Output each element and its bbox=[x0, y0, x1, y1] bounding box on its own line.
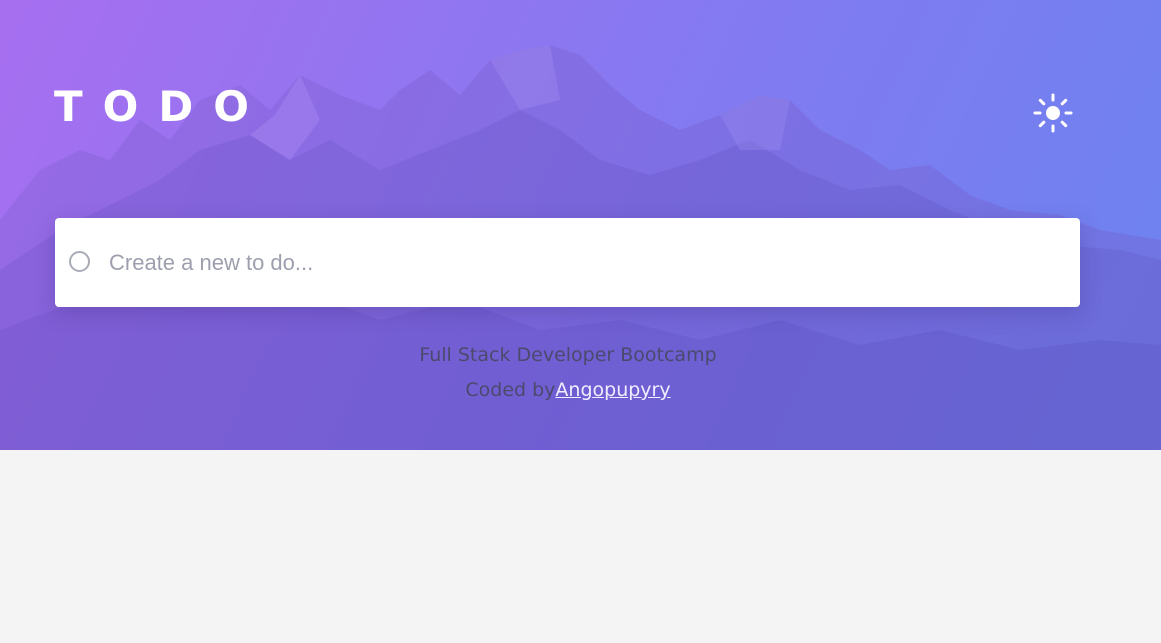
new-todo-form bbox=[55, 218, 1080, 307]
theme-toggle-button[interactable] bbox=[1032, 92, 1074, 134]
footer-credits: Full Stack Developer Bootcamp Coded byAn… bbox=[0, 338, 1136, 408]
circle-icon[interactable] bbox=[69, 251, 90, 272]
sun-icon bbox=[1033, 93, 1073, 133]
author-link[interactable]: Angopupyry bbox=[555, 379, 670, 401]
footer-coded-by: Coded byAngopupyry bbox=[0, 373, 1136, 408]
footer-bootcamp-text: Full Stack Developer Bootcamp bbox=[419, 344, 717, 366]
todo-list-area bbox=[0, 450, 1161, 643]
coded-by-prefix: Coded by bbox=[465, 379, 556, 401]
new-todo-input[interactable] bbox=[109, 242, 1059, 284]
app-title: TODO bbox=[54, 82, 269, 131]
hero-banner: TODO Full Stack Developer Bootcamp Coded… bbox=[0, 0, 1161, 450]
